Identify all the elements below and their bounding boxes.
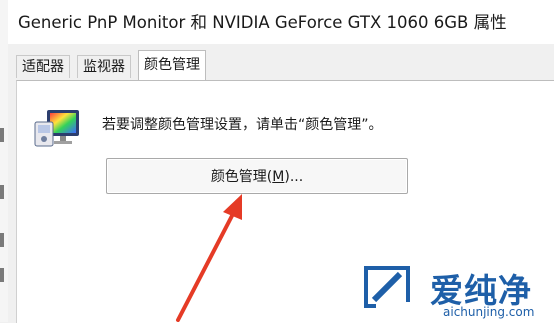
edge-mark (0, 233, 4, 247)
color-management-instruction: 若要调整颜色管理设置，请单击“颜色管理”。 (102, 117, 383, 133)
edge-mark (0, 128, 4, 142)
monitor-color-icon (34, 110, 79, 147)
watermark-url: aichunjing.com (443, 305, 535, 319)
tab-label: 颜色管理 (144, 57, 200, 73)
aichunjing-logo-icon (364, 266, 414, 308)
color-management-button[interactable]: 颜色管理(M)... (106, 158, 408, 194)
edge-mark (0, 268, 4, 282)
tab-adapter[interactable]: 适配器 (16, 55, 70, 78)
tab-monitor[interactable]: 监视器 (77, 55, 131, 78)
tab-color-management[interactable]: 颜色管理 (138, 50, 206, 80)
window-title: Generic PnP Monitor 和 NVIDIA GeForce GTX… (18, 13, 507, 32)
button-text-suffix: )... (284, 169, 304, 185)
edge-mark (0, 185, 4, 199)
button-text: 颜色管理( (210, 169, 273, 185)
button-accelerator: M (272, 169, 285, 185)
red-arrow-annotation (176, 194, 242, 322)
site-watermark: 爱纯净 aichunjing.com (360, 262, 554, 322)
tab-label: 监视器 (83, 59, 125, 75)
title-bar: Generic PnP Monitor 和 NVIDIA GeForce GTX… (8, 0, 554, 44)
tab-strip: 适配器 监视器 颜色管理 (8, 44, 554, 80)
tab-label: 适配器 (22, 59, 64, 75)
